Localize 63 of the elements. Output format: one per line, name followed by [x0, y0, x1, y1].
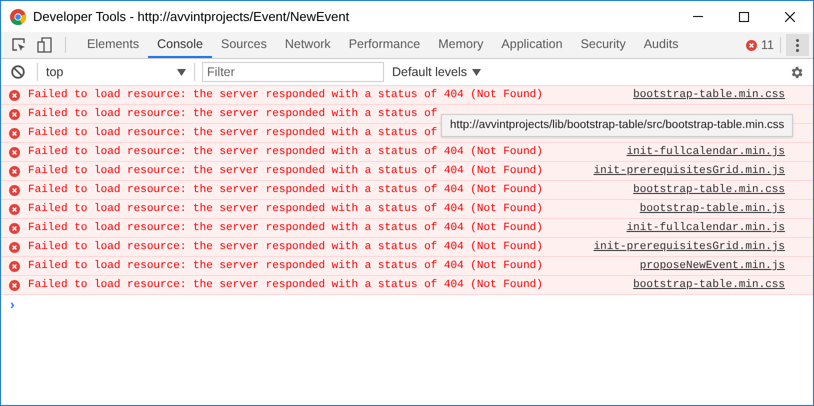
error-icon — [9, 204, 20, 214]
window-title: Developer Tools - http://avvintprojects/Event/NewEvent — [33, 8, 350, 26]
error-message: Failed to load resource: the server responded with a status of — [28, 126, 438, 141]
more-options-button[interactable] — [786, 34, 809, 56]
url-tooltip: http://avvintprojects/lib/bootstrap-table/src/bootstrap-table.min.css — [441, 114, 794, 137]
source-link[interactable]: init-prerequisitesGrid.min.js — [594, 162, 785, 180]
device-icon — [37, 37, 53, 53]
source-link[interactable]: init-prerequisitesGrid.min.js — [594, 238, 785, 256]
settings-icon — [789, 64, 804, 80]
error-message: Failed to load resource: the server responded with a status of 404 (Not Found) — [28, 278, 543, 293]
clear-console-button[interactable] — [11, 65, 25, 79]
error-icon — [9, 184, 20, 196]
source-link[interactable]: bootstrap-table.min.js — [640, 200, 785, 218]
dropdown-arrow-icon — [472, 68, 482, 76]
error-message: Failed to load resource: the server responded with a status of 404 (Not Found) — [28, 144, 543, 160]
error-icon — [9, 128, 20, 138]
error-icon — [9, 166, 20, 176]
error-message: Failed to load resource: the server responded with a status of 404 (Not Found) — [28, 220, 543, 236]
inspect-element-button[interactable] — [11, 37, 27, 53]
error-icon — [9, 146, 20, 158]
error-message: Failed to load resource: the server responded with a status of 404 (Not Found) — [28, 182, 543, 198]
devtools-tab[interactable]: Performance — [340, 32, 430, 58]
error-message: Failed to load resource: the server responded with a status of 404 (Not Found) — [28, 240, 543, 255]
maximize-icon — [739, 12, 749, 22]
source-link[interactable]: bootstrap-table.min.css — [633, 276, 785, 294]
console-prompt[interactable]: › — [10, 294, 15, 315]
error-icon — [9, 280, 20, 290]
error-icon — [9, 260, 20, 272]
error-icon — [746, 40, 758, 50]
close-icon — [785, 12, 795, 22]
source-link[interactable]: bootstrap-table.min.css — [633, 86, 785, 104]
minimize-icon — [693, 16, 703, 17]
devtools-tab[interactable]: Elements — [78, 32, 148, 58]
block-icon — [11, 65, 25, 79]
menu-icon — [796, 38, 799, 52]
error-count: 11 — [761, 36, 774, 54]
source-link[interactable]: init-fullcalendar.min.js — [626, 144, 785, 160]
source-link[interactable]: init-fullcalendar.min.js — [626, 220, 785, 236]
error-message: Failed to load resource: the server responded with a status of 404 (Not Found) — [28, 202, 543, 217]
error-message: Failed to load resource: the server responded with a status of 404 (Not Found) — [28, 88, 543, 103]
dropdown-arrow-icon — [177, 68, 186, 76]
filter-field[interactable]: Filter — [202, 62, 384, 82]
devtools-tab[interactable]: Network — [276, 32, 340, 58]
source-link[interactable]: proposeNewEvent.min.js — [640, 258, 785, 274]
error-icon — [9, 242, 20, 252]
device-toolbar-button[interactable] — [37, 37, 53, 53]
log-levels-dropdown[interactable]: Default levels — [392, 62, 482, 82]
error-icon — [9, 222, 20, 234]
cursor-icon — [11, 37, 27, 53]
error-message: Failed to load resource: the server responded with a status of 404 (Not Found) — [28, 258, 543, 274]
devtools-tab[interactable]: Security — [572, 32, 635, 58]
settings-button[interactable] — [789, 64, 804, 80]
error-icon — [9, 108, 20, 120]
error-message: Failed to load resource: the server responded with a status of 404 (Not Found) — [28, 164, 543, 179]
error-icon — [9, 90, 20, 100]
devtools-tab[interactable]: Sources — [212, 32, 276, 58]
browser-logo-icon — [10, 8, 26, 24]
context-select[interactable]: top — [46, 62, 186, 82]
devtools-tab[interactable]: Application — [492, 32, 572, 58]
devtools-tab[interactable]: Audits — [634, 32, 688, 58]
error-message: Failed to load resource: the server responded with a status of — [28, 106, 438, 122]
devtools-tab[interactable]: Memory — [429, 32, 492, 58]
source-link[interactable]: bootstrap-table.min.css — [633, 182, 785, 198]
